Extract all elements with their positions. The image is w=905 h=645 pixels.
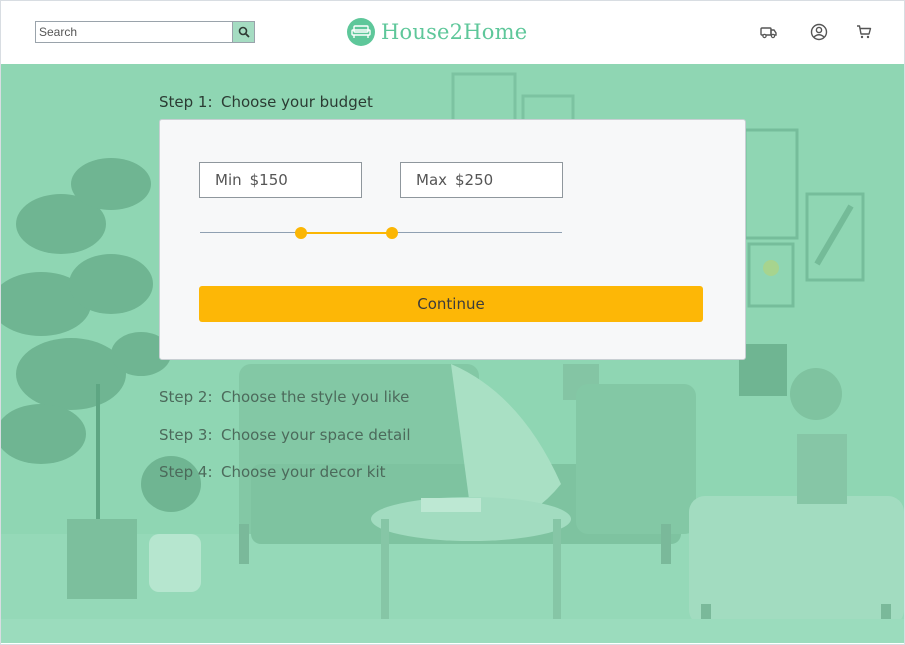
max-value: $250 (455, 171, 494, 189)
step-1-title: Choose your budget (221, 93, 373, 111)
max-budget-field[interactable]: Max $250 (400, 162, 563, 198)
budget-card: Min $150 Max $250 Continue (159, 119, 746, 360)
continue-button[interactable]: Continue (199, 286, 703, 322)
step-3-label: Step 3: (159, 426, 213, 444)
step-2-item[interactable]: Step 2: Choose the style you like (159, 388, 409, 406)
site-header: House2Home (1, 1, 904, 64)
search-input[interactable] (36, 22, 232, 42)
min-budget-field[interactable]: Min $150 (199, 162, 362, 198)
step-4-label: Step 4: (159, 463, 213, 481)
step-1-heading: Step 1: Choose your budget (159, 93, 373, 111)
search-bar (35, 21, 255, 43)
logo-text: House2Home (381, 20, 528, 44)
delivery-truck-icon[interactable] (759, 22, 779, 42)
user-account-icon[interactable] (809, 22, 829, 42)
step-2-title: Choose the style you like (221, 388, 410, 406)
cart-icon[interactable] (854, 22, 874, 42)
min-label: Min (215, 171, 242, 189)
max-label: Max (416, 171, 448, 189)
search-icon (238, 26, 250, 38)
site-logo[interactable]: House2Home (347, 17, 527, 47)
step-4-item[interactable]: Step 4: Choose your decor kit (159, 463, 386, 481)
min-slider-handle[interactable] (295, 227, 308, 239)
sofa-logo-icon (347, 18, 375, 46)
budget-slider-range (301, 231, 392, 234)
search-button[interactable] (232, 22, 254, 42)
max-slider-handle[interactable] (385, 227, 398, 239)
step-3-title: Choose your space detail (221, 426, 411, 444)
step-4-title: Choose your decor kit (221, 463, 386, 481)
step-3-item[interactable]: Step 3: Choose your space detail (159, 426, 411, 444)
min-value: $150 (249, 171, 288, 189)
step-2-label: Step 2: (159, 388, 213, 406)
step-1-label: Step 1: (159, 93, 213, 111)
